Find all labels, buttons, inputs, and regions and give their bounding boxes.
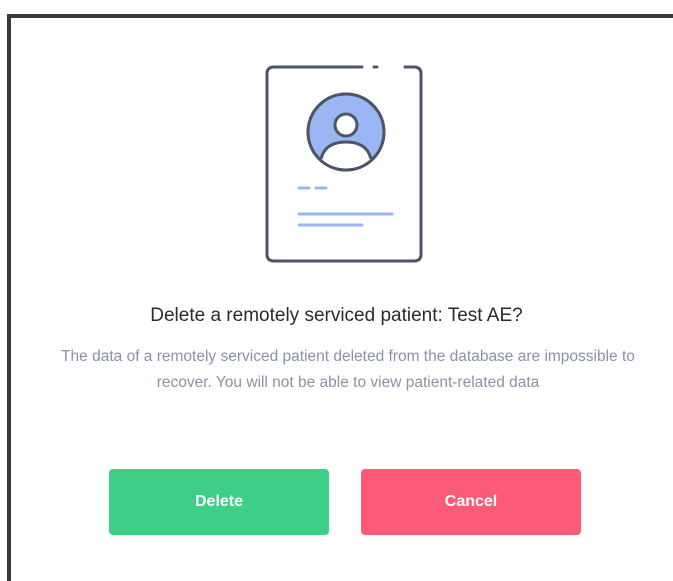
- cancel-button[interactable]: Cancel: [361, 469, 581, 535]
- patient-profile-card-icon: [265, 65, 423, 263]
- delete-patient-dialog: Delete a remotely serviced patient: Test…: [0, 0, 673, 581]
- dialog-title: Delete a remotely serviced patient: Test…: [150, 305, 523, 326]
- delete-button[interactable]: Delete: [109, 469, 329, 535]
- dialog-message: The data of a remotely serviced patient …: [61, 348, 635, 391]
- dialog-left-border: [7, 14, 11, 581]
- dialog-top-border: [10, 14, 673, 18]
